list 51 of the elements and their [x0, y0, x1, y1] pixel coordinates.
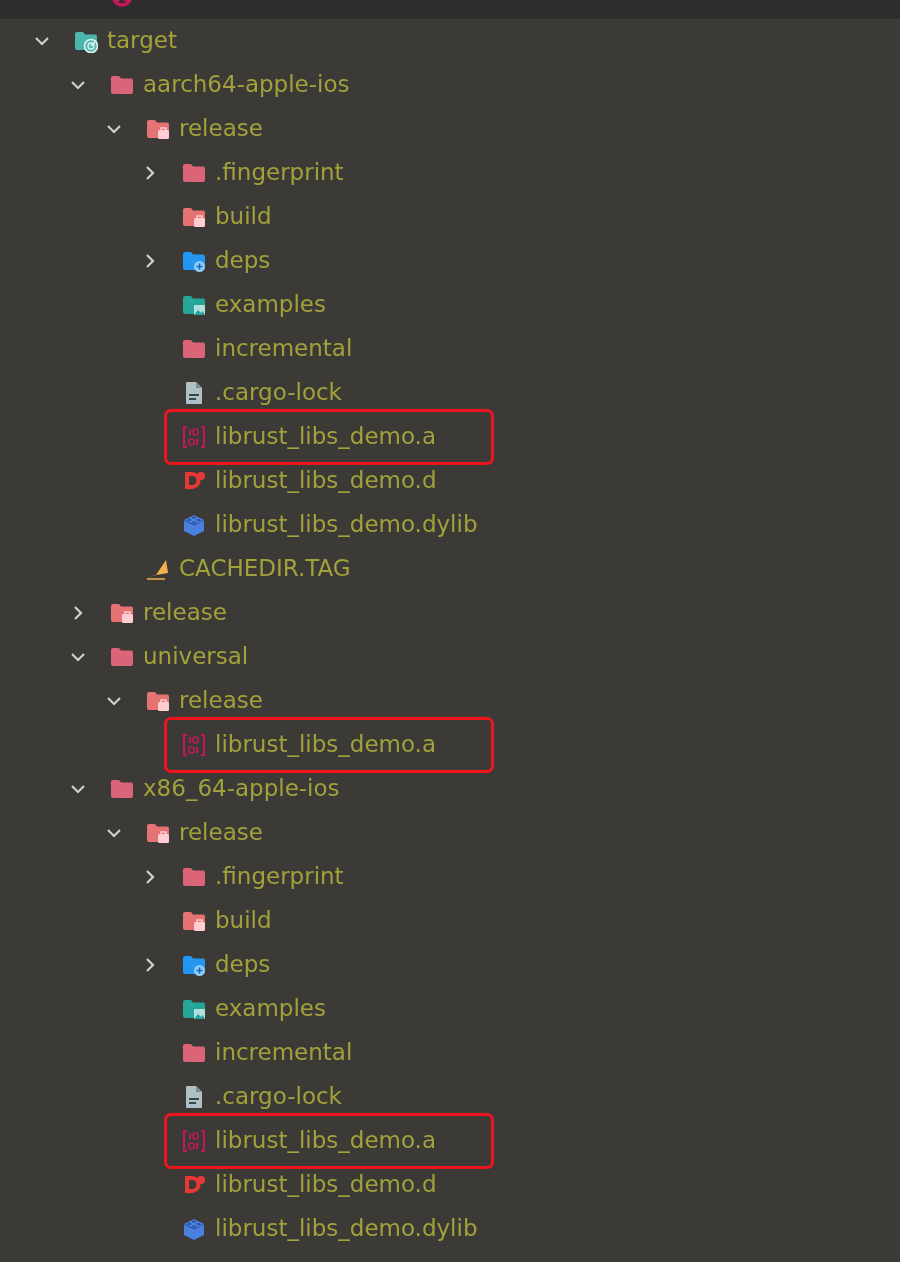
tree-item-label[interactable]: librust_libs_demo.dylib [215, 1215, 478, 1243]
tree-item-label[interactable]: x86_64-apple-ios [143, 775, 340, 803]
tree-item-label[interactable]: .cargo-lock [215, 379, 342, 407]
binary-file-icon [182, 425, 206, 449]
folder-icon [110, 645, 134, 669]
briefcase-folder-icon [146, 689, 170, 713]
tree-item-label[interactable]: release [143, 599, 227, 627]
binary-file-icon [182, 733, 206, 757]
target-folder-icon [74, 29, 98, 53]
folder-icon [182, 865, 206, 889]
tree-item-label[interactable]: release [179, 819, 263, 847]
tree-item-label[interactable]: CACHEDIR.TAG [179, 555, 351, 583]
tree-item-label[interactable]: .cargo-lock [215, 1083, 342, 1111]
folder-icon [182, 161, 206, 185]
tree-item-label[interactable]: target [107, 27, 177, 55]
briefcase-folder-icon [146, 821, 170, 845]
tree-item-label[interactable]: librust_libs_demo.a [215, 1127, 436, 1155]
briefcase-folder-icon [146, 117, 170, 141]
briefcase-folder-icon [182, 909, 206, 933]
folder-icon [182, 1041, 206, 1065]
tree-item-label[interactable]: librust_libs_demo.d [215, 467, 437, 495]
tree-item-label[interactable]: librust_libs_demo.dylib [215, 511, 478, 539]
image-folder-icon [182, 293, 206, 317]
tree-item-label[interactable]: aarch64-apple-ios [143, 71, 350, 99]
tree-item-label[interactable]: build [215, 907, 272, 935]
tree-item-label[interactable]: librust_libs_demo.a [215, 731, 436, 759]
folder-icon [110, 777, 134, 801]
tree-item-label[interactable]: examples [215, 995, 326, 1023]
image-folder-icon [182, 997, 206, 1021]
folder-icon [182, 337, 206, 361]
tree-item-label[interactable]: librust_libs_demo.d [215, 1171, 437, 1199]
tree-item-label[interactable]: incremental [215, 335, 353, 363]
tree-item-label[interactable]: librust_libs_demo.a [215, 423, 436, 451]
tree-item-label[interactable]: incremental [215, 1039, 353, 1067]
briefcase-folder-icon [182, 205, 206, 229]
cube-icon [182, 513, 206, 537]
plus-folder-icon [182, 249, 206, 273]
folder-icon [110, 73, 134, 97]
tree-item-label[interactable]: release [179, 687, 263, 715]
tree-item-label[interactable]: universal [143, 643, 249, 671]
cube-icon [182, 1217, 206, 1241]
briefcase-folder-icon [110, 601, 134, 625]
tree-item-label[interactable]: deps [215, 951, 271, 979]
tree-item-label[interactable]: deps [215, 247, 271, 275]
tree-item-label[interactable]: .fingerprint [215, 863, 344, 891]
plus-folder-icon [182, 953, 206, 977]
tree-item-label[interactable]: .fingerprint [215, 159, 344, 187]
tree-item-label[interactable]: release [179, 115, 263, 143]
binary-file-icon [182, 1129, 206, 1153]
tree-item-label[interactable]: examples [215, 291, 326, 319]
tree-item-label[interactable]: build [215, 203, 272, 231]
